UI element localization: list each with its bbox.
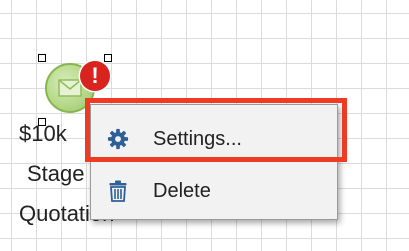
menu-item-delete[interactable]: Delete	[91, 165, 337, 217]
alert-icon[interactable]: !	[80, 61, 110, 91]
menu-item-delete-label: Delete	[153, 179, 211, 202]
resize-handle-top-left[interactable]	[38, 54, 46, 62]
context-menu: Settings... Delete	[90, 104, 338, 220]
trash-icon	[107, 180, 129, 202]
menu-item-settings[interactable]: Settings...	[91, 113, 337, 165]
gear-icon	[107, 128, 129, 150]
menu-item-settings-label: Settings...	[153, 127, 242, 150]
node-stage-label: Stage	[27, 161, 85, 186]
envelope-icon	[58, 79, 82, 97]
resize-handle-top-right[interactable]	[104, 54, 112, 62]
node-amount-label: $10k	[19, 121, 67, 146]
